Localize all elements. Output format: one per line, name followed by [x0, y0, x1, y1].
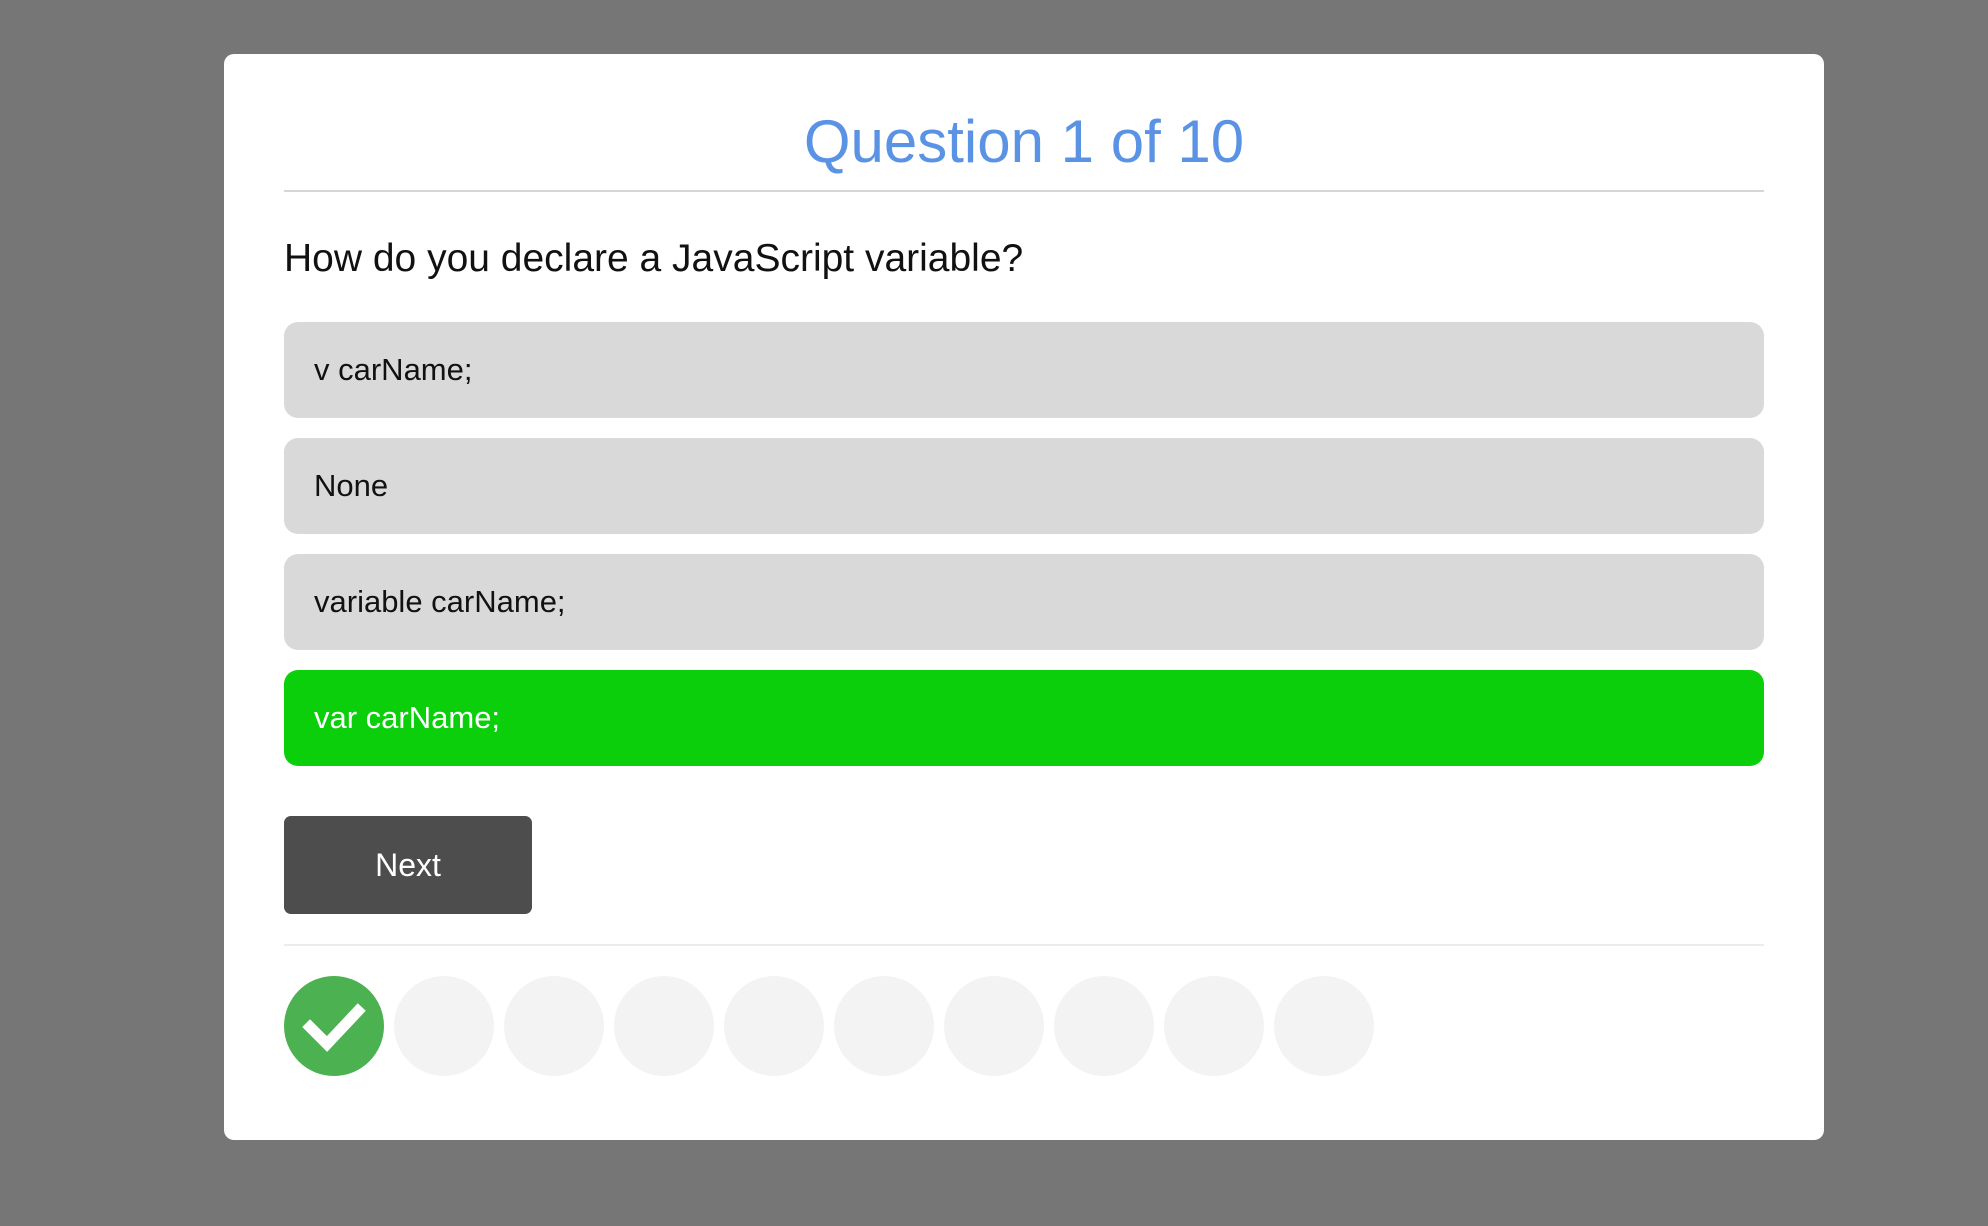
checkmark-icon	[302, 1003, 366, 1052]
answer-option[interactable]: variable carName;	[284, 554, 1764, 650]
progress-tracker	[284, 976, 1764, 1076]
answer-option-correct[interactable]: var carName;	[284, 670, 1764, 766]
answer-option[interactable]: v carName;	[284, 322, 1764, 418]
progress-dot	[1054, 976, 1154, 1076]
progress-dot	[834, 976, 934, 1076]
progress-dot	[1274, 976, 1374, 1076]
question-text: How do you declare a JavaScript variable…	[284, 237, 1024, 280]
progress-dot	[944, 976, 1044, 1076]
progress-dot	[504, 976, 604, 1076]
answer-options: v carName; None variable carName; var ca…	[284, 322, 1764, 766]
progress-dot	[724, 976, 824, 1076]
progress-dot	[1164, 976, 1264, 1076]
answer-option[interactable]: None	[284, 438, 1764, 534]
progress-dot	[614, 976, 714, 1076]
progress-dot-correct	[284, 976, 384, 1076]
divider	[284, 944, 1764, 946]
question-counter-title: Question 1 of 10	[284, 54, 1764, 192]
next-button[interactable]: Next	[284, 816, 532, 914]
progress-dot	[394, 976, 494, 1076]
quiz-card: Question 1 of 10 How do you declare a Ja…	[224, 54, 1824, 1140]
